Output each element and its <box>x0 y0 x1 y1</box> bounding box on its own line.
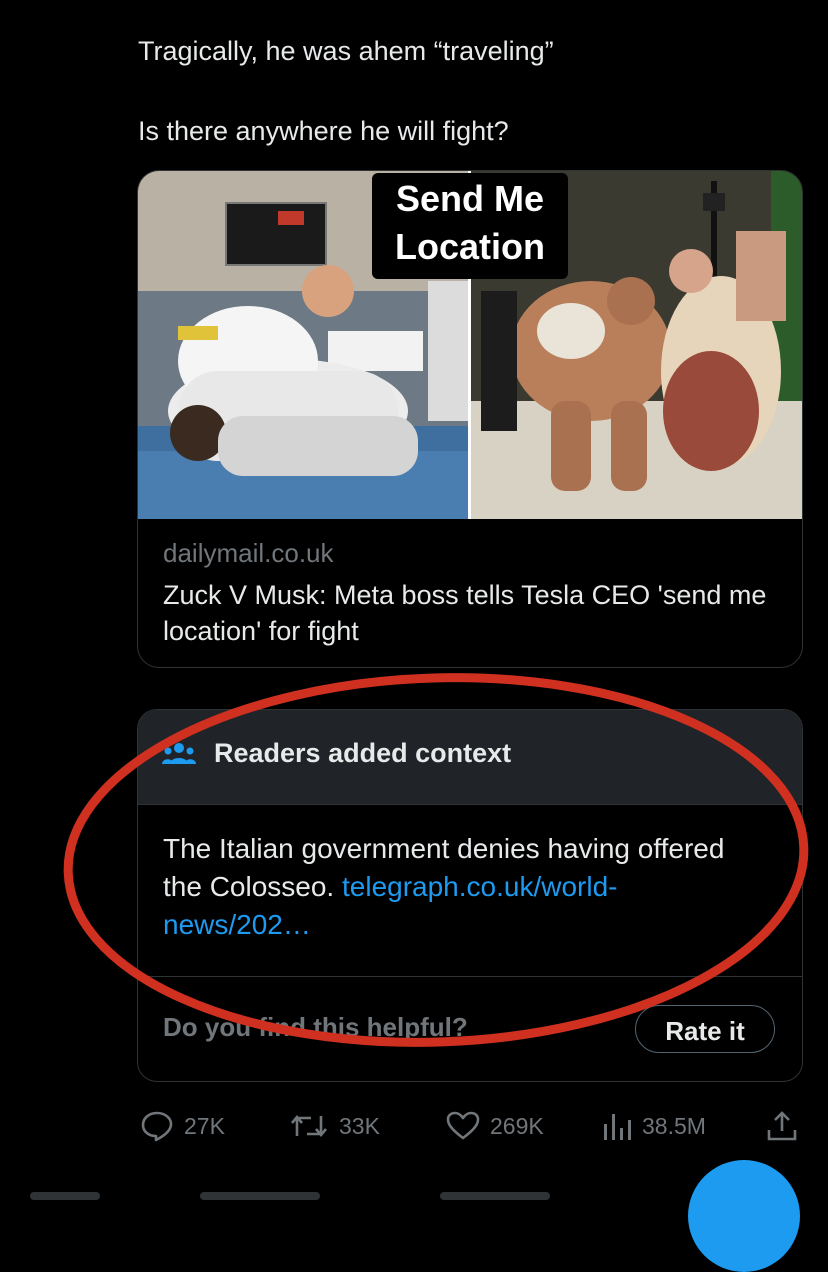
like-count: 269K <box>490 1112 544 1139</box>
reply-icon <box>141 1111 173 1142</box>
tweet-actions-bar: 27K 33K 269K 38.5M <box>0 1104 828 1148</box>
card-image: Send Me Location <box>138 171 802 519</box>
card-headline[interactable]: Zuck V Musk: Meta boss tells Tesla CEO '… <box>163 577 783 649</box>
community-note: Readers added context The Italian govern… <box>137 709 803 1082</box>
views-button[interactable]: 38.5M <box>602 1104 706 1148</box>
tweet-text-line-1: Tragically, he was ahem “traveling” <box>138 36 554 66</box>
compose-fab-button[interactable] <box>688 1160 800 1272</box>
next-tweet-handle-edge <box>440 1192 550 1200</box>
like-button[interactable]: 269K <box>446 1104 544 1148</box>
views-count: 38.5M <box>642 1112 706 1139</box>
views-icon <box>604 1114 631 1140</box>
reply-count: 27K <box>184 1112 225 1139</box>
like-icon <box>446 1111 480 1140</box>
tweet-text-line-2: Is there anywhere he will fight? <box>138 116 509 146</box>
helpful-question: Do you find this helpful? <box>163 1012 468 1042</box>
people-icon <box>162 740 196 770</box>
community-note-title: Readers added context <box>214 738 512 768</box>
card-domain[interactable]: dailymail.co.uk <box>163 538 334 569</box>
community-note-body: The Italian government denies having off… <box>163 830 763 944</box>
retweet-count: 33K <box>339 1112 380 1139</box>
next-tweet-avatar-edge <box>30 1192 100 1200</box>
retweet-button[interactable]: 33K <box>289 1104 380 1148</box>
share-button[interactable] <box>766 1104 808 1148</box>
reply-button[interactable]: 27K <box>140 1104 225 1148</box>
card-image-overlay-text: Send Me Location <box>372 173 568 279</box>
retweet-icon <box>291 1114 327 1138</box>
community-note-header: Readers added context <box>138 710 802 805</box>
share-icon <box>767 1111 797 1141</box>
divider <box>138 976 802 977</box>
next-tweet-name-edge <box>200 1192 320 1200</box>
link-preview-card[interactable]: Send Me Location dailymail.co.uk Zuck V … <box>137 170 803 668</box>
rate-it-button[interactable]: Rate it <box>635 1005 775 1053</box>
